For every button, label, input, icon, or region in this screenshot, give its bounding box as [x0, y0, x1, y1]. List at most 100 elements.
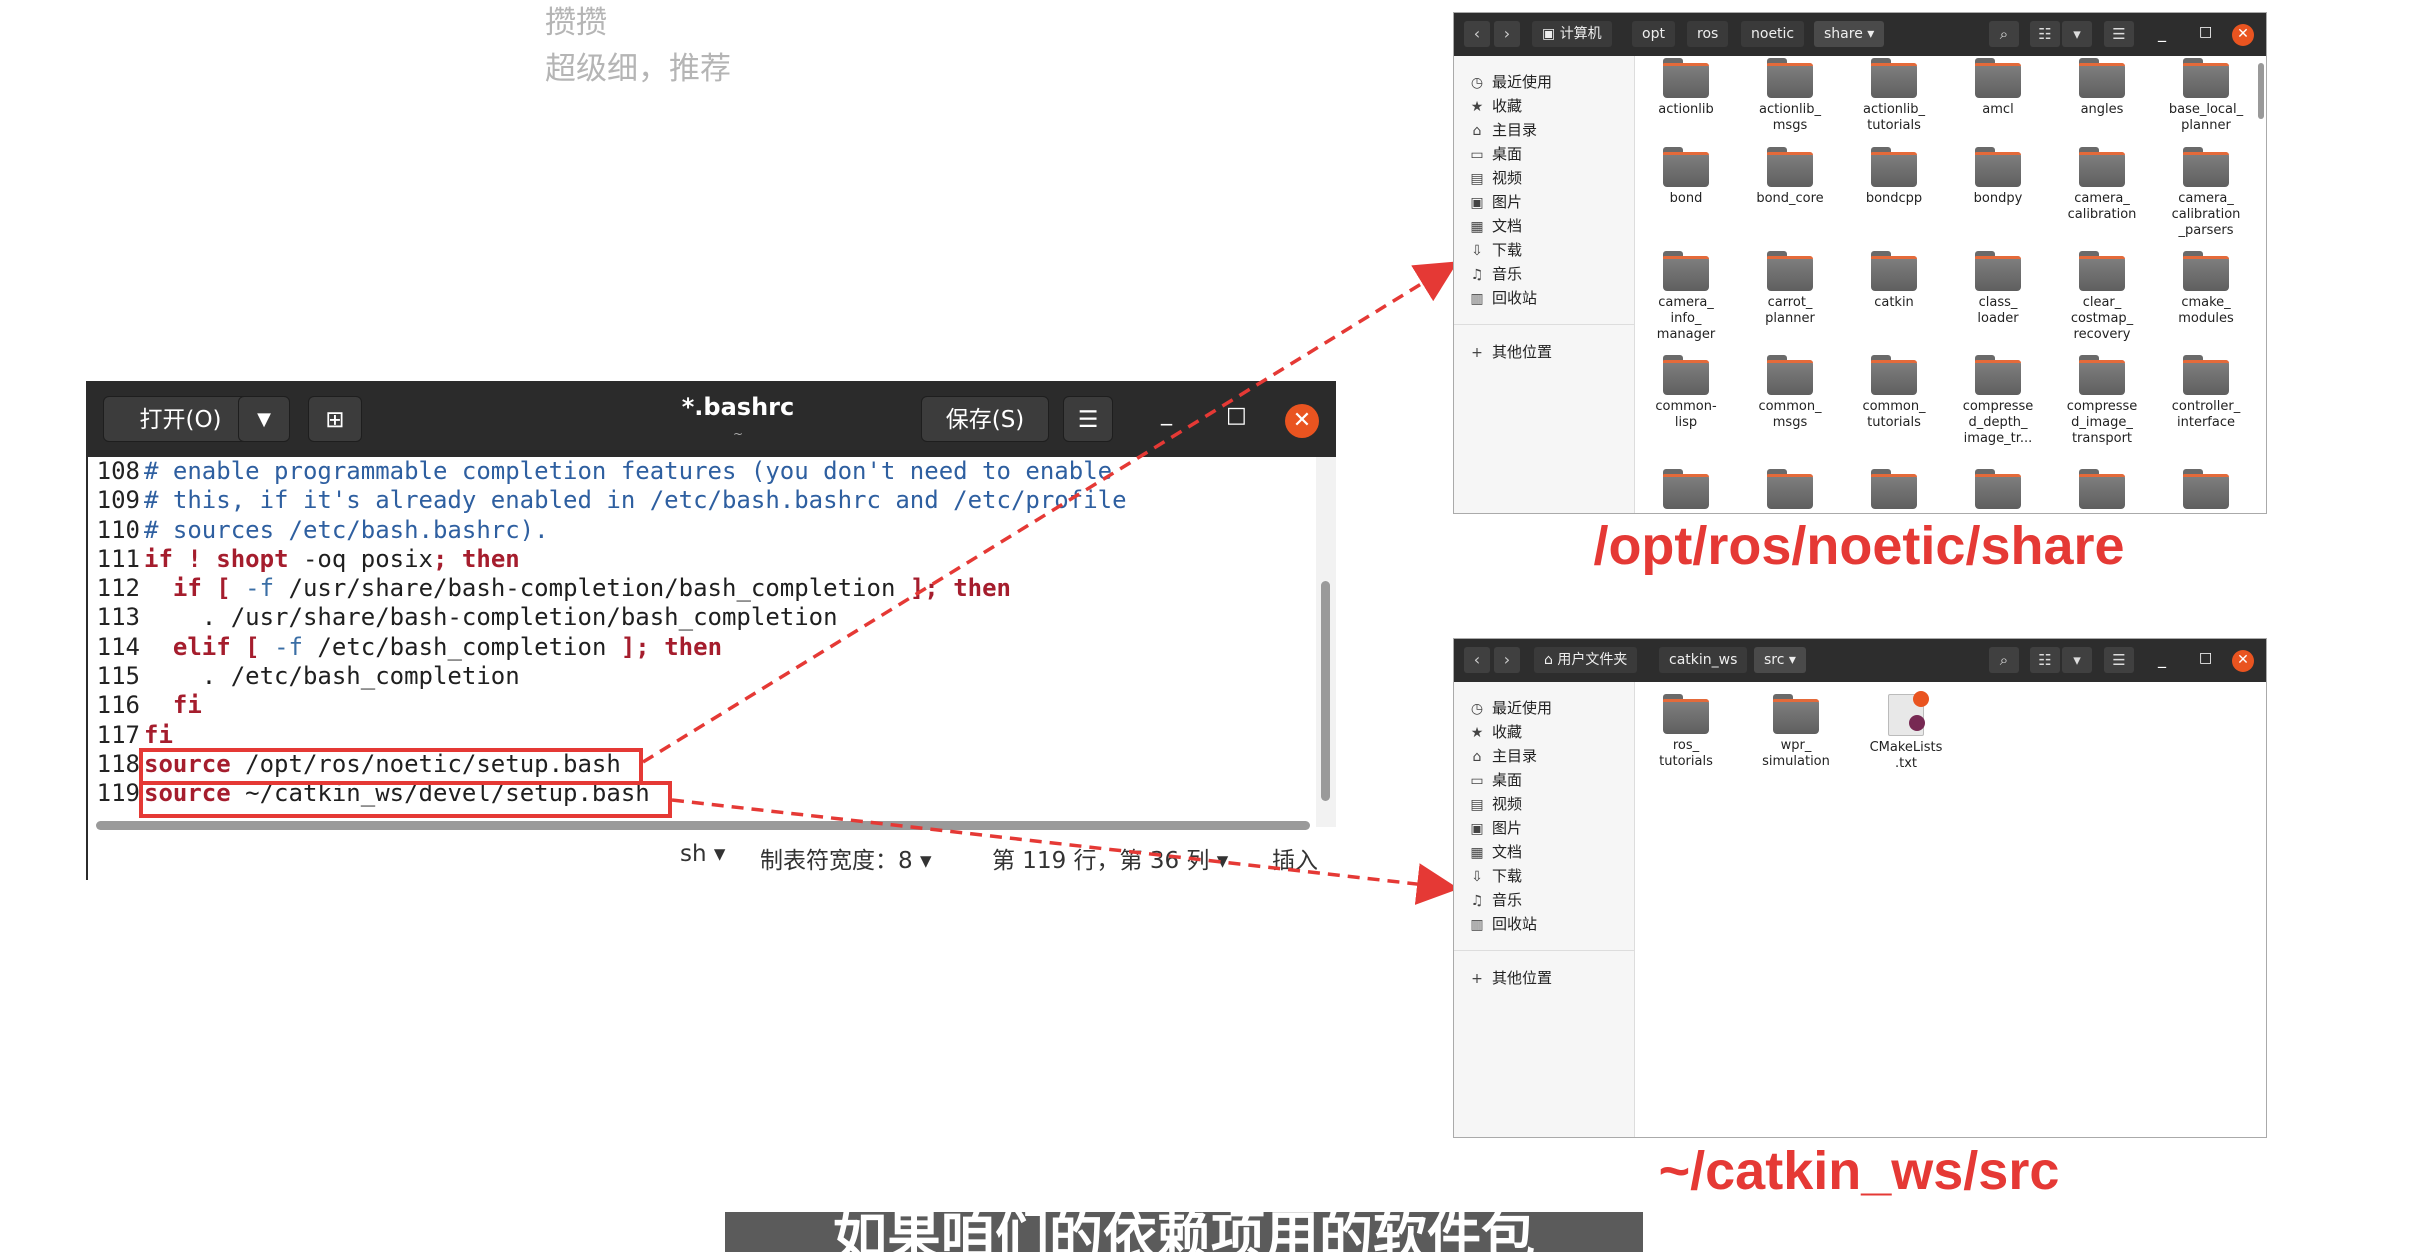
folder-item-partial[interactable] — [1636, 469, 1736, 513]
folder-item[interactable]: bondpy — [1948, 147, 2048, 207]
sidebar-item[interactable]: ⇩ 下载 — [1468, 864, 1522, 888]
sidebar-item[interactable]: ▭ 桌面 — [1468, 768, 1522, 792]
fm-minimize-icon[interactable]: _ — [2158, 23, 2166, 42]
folder-item[interactable]: common- lisp — [1636, 355, 1736, 431]
folder-item[interactable]: controller_ interface — [2156, 355, 2256, 431]
folder-item[interactable]: camera_ calibration _parsers — [2156, 147, 2256, 239]
crumb-ros[interactable]: ros — [1687, 21, 1729, 47]
folder-item[interactable]: angles — [2052, 58, 2152, 118]
crumb-opt[interactable]: opt — [1632, 21, 1675, 47]
sidebar-item[interactable]: ★ 收藏 — [1468, 94, 1522, 118]
sidebar-item[interactable]: ▤ 视频 — [1468, 166, 1522, 190]
file-item[interactable]: CMakeLists .txt — [1856, 691, 1956, 772]
folder-item[interactable]: actionlib_ tutorials — [1844, 58, 1944, 134]
forward-icon[interactable]: › — [1494, 647, 1520, 673]
folder-item[interactable]: bond_core — [1740, 147, 1840, 207]
crumb-computer[interactable]: ▣ 计算机 — [1532, 21, 1612, 47]
sidebar-item[interactable]: ▦ 文档 — [1468, 214, 1522, 238]
folder-item-partial[interactable] — [1948, 469, 2048, 513]
sidebar-item[interactable]: ★ 收藏 — [1468, 720, 1522, 744]
folder-item[interactable]: catkin — [1844, 251, 1944, 311]
folder-item[interactable]: bondcpp — [1844, 147, 1944, 207]
menu-icon[interactable]: ☰ — [2104, 21, 2134, 47]
sidebar-icon: ⇩ — [1471, 243, 1483, 259]
fm-share-toolbar: ‹ › ▣ 计算机 opt ros noetic share ▾ ⌕ ☷ ▾ ☰… — [1454, 13, 2266, 56]
sidebar-item[interactable]: ▤ 视频 — [1468, 792, 1522, 816]
sidebar-item[interactable]: ⌂ 主目录 — [1468, 744, 1537, 768]
view-options-chevron-icon[interactable]: ▾ — [2062, 21, 2092, 47]
folder-icon — [1975, 251, 2021, 291]
sidebar-item[interactable]: ▥ 回收站 — [1468, 912, 1537, 936]
folder-item[interactable]: cmake_ modules — [2156, 251, 2256, 327]
folder-item[interactable]: wpr_ simulation — [1746, 694, 1846, 770]
view-options-chevron-icon[interactable]: ▾ — [2062, 647, 2092, 673]
folder-item[interactable]: common_ msgs — [1740, 355, 1840, 431]
menu-icon[interactable]: ☰ — [2104, 647, 2134, 673]
folder-item-partial[interactable] — [2156, 469, 2256, 513]
folder-item[interactable]: base_local_ planner — [2156, 58, 2256, 134]
folder-item[interactable]: compresse d_depth_ image_tr... — [1948, 355, 2048, 447]
folder-item[interactable]: carrot_ planner — [1740, 251, 1840, 327]
sidebar-item[interactable]: ⇩ 下载 — [1468, 238, 1522, 262]
folder-icon — [1773, 694, 1819, 734]
sidebar-item[interactable]: ♫ 音乐 — [1468, 262, 1522, 286]
sidebar-item[interactable]: ▦ 文档 — [1468, 840, 1522, 864]
folder-item[interactable]: amcl — [1948, 58, 2048, 118]
fm-close-icon[interactable]: ✕ — [2232, 24, 2254, 46]
folder-item[interactable]: actionlib_ msgs — [1740, 58, 1840, 134]
folder-icon — [1663, 469, 1709, 509]
folder-item[interactable]: class_ loader — [1948, 251, 2048, 327]
folder-item-partial[interactable] — [1740, 469, 1840, 513]
sidebar-label: 桌面 — [1492, 771, 1523, 789]
sidebar-item[interactable]: ⌂ 主目录 — [1468, 118, 1537, 142]
crumb-home[interactable]: ⌂ 用户文件夹 — [1534, 647, 1638, 673]
sidebar-icon: ▣ — [1470, 821, 1484, 837]
sidebar-item[interactable]: ▣ 图片 — [1468, 816, 1522, 840]
sidebar-label: 音乐 — [1492, 265, 1523, 283]
sidebar-icon: ▦ — [1470, 219, 1484, 235]
sidebar-other-locations[interactable]: + 其他位置 — [1468, 340, 1552, 364]
folder-item[interactable]: clear_ costmap_ recovery — [2052, 251, 2152, 343]
crumb-share[interactable]: share ▾ — [1814, 21, 1885, 47]
sidebar-item[interactable]: ▥ 回收站 — [1468, 286, 1537, 310]
sidebar-label: 收藏 — [1492, 723, 1523, 741]
folder-item[interactable]: compresse d_image_ transport — [2052, 355, 2152, 447]
crumb-src[interactable]: src ▾ — [1754, 647, 1806, 673]
fm-close-icon[interactable]: ✕ — [2232, 650, 2254, 672]
folder-item[interactable]: camera_ calibration — [2052, 147, 2152, 223]
folder-item[interactable]: ros_ tutorials — [1636, 694, 1736, 770]
crumb-noetic[interactable]: noetic — [1741, 21, 1805, 47]
search-icon[interactable]: ⌕ — [1989, 21, 2019, 47]
back-icon[interactable]: ‹ — [1464, 21, 1490, 47]
fm-maximize-icon[interactable]: □ — [2199, 650, 2212, 666]
folder-item[interactable]: common_ tutorials — [1844, 355, 1944, 431]
sidebar-item[interactable]: ◷ 最近使用 — [1468, 696, 1552, 720]
list-view-icon[interactable]: ☷ — [2030, 21, 2060, 47]
sidebar-item[interactable]: ▣ 图片 — [1468, 190, 1522, 214]
fm-minimize-icon[interactable]: _ — [2158, 649, 2166, 668]
sidebar-icon: ◷ — [1470, 701, 1484, 717]
list-view-icon[interactable]: ☷ — [2030, 647, 2060, 673]
sidebar-item[interactable]: ♫ 音乐 — [1468, 888, 1522, 912]
crumb-catkin-ws[interactable]: catkin_ws — [1659, 647, 1748, 673]
sidebar-item[interactable]: ▭ 桌面 — [1468, 142, 1522, 166]
folder-item[interactable]: bond — [1636, 147, 1736, 207]
folder-item-partial[interactable] — [2052, 469, 2152, 513]
folder-label: camera_ info_ manager — [1656, 295, 1716, 342]
folder-icon — [1663, 147, 1709, 187]
fm-share-scroll-thumb[interactable] — [2258, 63, 2264, 119]
folder-label: base_local_ planner — [2168, 102, 2244, 133]
folder-label: common_ msgs — [1758, 399, 1822, 430]
sidebar-other-locations[interactable]: + 其他位置 — [1468, 966, 1552, 990]
item-label: ros_ tutorials — [1659, 738, 1713, 769]
back-icon[interactable]: ‹ — [1464, 647, 1490, 673]
folder-item[interactable]: actionlib — [1636, 58, 1736, 118]
forward-icon[interactable]: › — [1494, 21, 1520, 47]
folder-item-partial[interactable] — [1844, 469, 1944, 513]
file-manager-share: ‹ › ▣ 计算机 opt ros noetic share ▾ ⌕ ☷ ▾ ☰… — [1453, 12, 2267, 514]
fm-maximize-icon[interactable]: □ — [2199, 24, 2212, 40]
sidebar-item[interactable]: ◷ 最近使用 — [1468, 70, 1552, 94]
folder-label: actionlib_ msgs — [1759, 102, 1821, 133]
folder-item[interactable]: camera_ info_ manager — [1636, 251, 1736, 343]
search-icon[interactable]: ⌕ — [1989, 647, 2019, 673]
